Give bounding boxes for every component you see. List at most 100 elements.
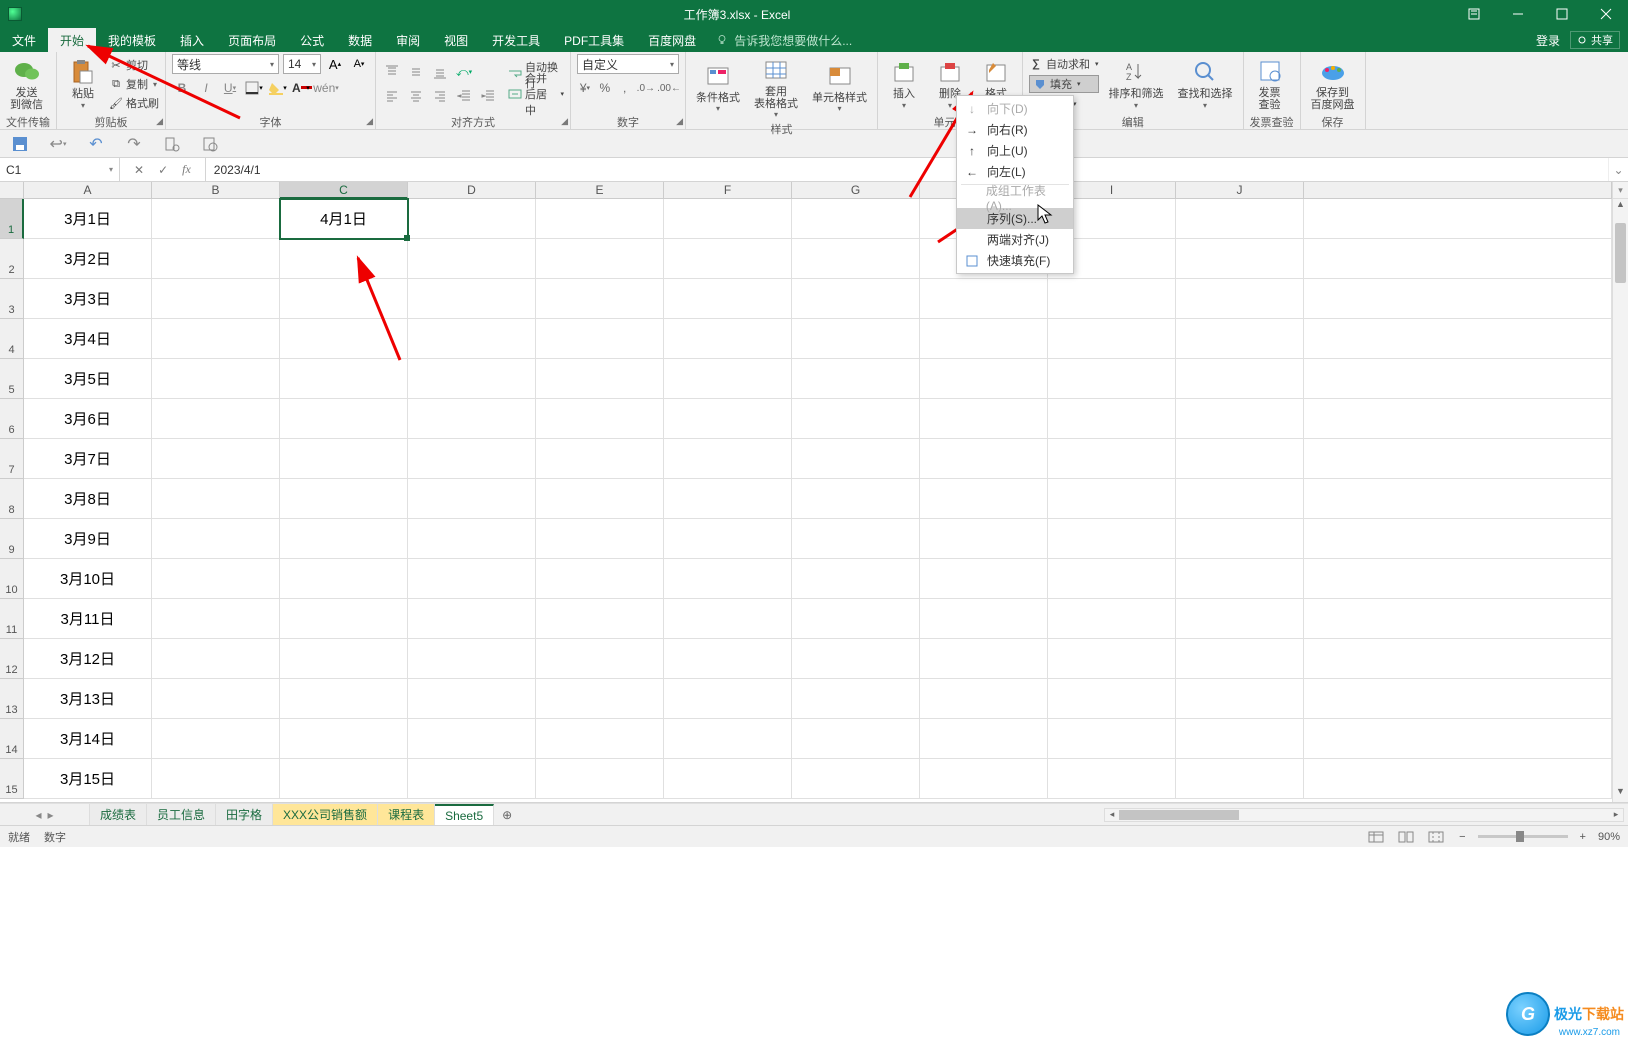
cell-I13[interactable] <box>1048 679 1176 719</box>
tab-data[interactable]: 数据 <box>336 28 384 52</box>
page-break-view-button[interactable] <box>1425 829 1447 845</box>
cell-B5[interactable] <box>152 359 280 399</box>
number-format-combo[interactable]: 自定义▾ <box>577 54 679 74</box>
invoice-check-button[interactable]: 发票查验 <box>1250 55 1290 113</box>
minimize-button[interactable] <box>1496 0 1540 28</box>
cell-B12[interactable] <box>152 639 280 679</box>
cell-D11[interactable] <box>408 599 536 639</box>
undo-dropdown[interactable]: ↩▾ <box>48 134 68 154</box>
cell-J7[interactable] <box>1176 439 1304 479</box>
hscroll-right-arrow[interactable]: ▸ <box>1609 809 1623 821</box>
cell-H11[interactable] <box>920 599 1048 639</box>
cell-E13[interactable] <box>536 679 664 719</box>
column-header-G[interactable]: G <box>792 182 920 199</box>
cell-G10[interactable] <box>792 559 920 599</box>
insert-function-button[interactable]: fx <box>182 162 191 177</box>
sheet-tab-3[interactable]: 田字格 <box>216 804 273 825</box>
table-format-button[interactable]: 套用表格格式▾ <box>750 54 802 121</box>
cell-H3[interactable] <box>920 279 1048 319</box>
cell-A11[interactable]: 3月11日 <box>24 599 152 639</box>
cell-A6[interactable]: 3月6日 <box>24 399 152 439</box>
cell-D9[interactable] <box>408 519 536 559</box>
save-button-qat[interactable] <box>10 134 30 154</box>
cell-D12[interactable] <box>408 639 536 679</box>
clipboard-dialog-icon[interactable]: ◢ <box>156 116 163 127</box>
cell-A10[interactable]: 3月10日 <box>24 559 152 599</box>
cell-I5[interactable] <box>1048 359 1176 399</box>
tab-formula[interactable]: 公式 <box>288 28 336 52</box>
cell-D1[interactable] <box>408 199 536 239</box>
align-center-button[interactable] <box>406 86 426 106</box>
fill-justify-item[interactable]: 两端对齐(J) <box>957 229 1073 250</box>
border-button[interactable]: ▾ <box>244 78 264 98</box>
cell-F5[interactable] <box>664 359 792 399</box>
cell-style-button[interactable]: 单元格样式▾ <box>808 60 871 115</box>
row-header-13[interactable]: 13 <box>0 679 24 719</box>
align-dialog-icon[interactable]: ◢ <box>561 116 568 127</box>
cell-E15[interactable] <box>536 759 664 799</box>
zoom-in-button[interactable]: + <box>1576 831 1590 843</box>
page-layout-view-button[interactable] <box>1395 829 1417 845</box>
insert-cells-button[interactable]: 插入▾ <box>884 56 924 111</box>
hscroll-left-arrow[interactable]: ◂ <box>1105 809 1119 821</box>
cell-J14[interactable] <box>1176 719 1304 759</box>
align-bottom-button[interactable] <box>430 62 450 82</box>
zoom-level[interactable]: 90% <box>1598 831 1620 843</box>
cell-I3[interactable] <box>1048 279 1176 319</box>
row-header-3[interactable]: 3 <box>0 279 24 319</box>
cell-B6[interactable] <box>152 399 280 439</box>
cell-H13[interactable] <box>920 679 1048 719</box>
cell-E7[interactable] <box>536 439 664 479</box>
login-link[interactable]: 登录 <box>1536 32 1560 49</box>
cell-C13[interactable] <box>280 679 408 719</box>
tab-dev[interactable]: 开发工具 <box>480 28 552 52</box>
cell-G9[interactable] <box>792 519 920 559</box>
cell-G11[interactable] <box>792 599 920 639</box>
decrease-decimal-button[interactable]: .00← <box>659 78 679 98</box>
cell-I14[interactable] <box>1048 719 1176 759</box>
align-middle-button[interactable] <box>406 62 426 82</box>
horizontal-scrollbar[interactable]: ◂ ▸ <box>1104 808 1624 822</box>
cell-E6[interactable] <box>536 399 664 439</box>
cell-E3[interactable] <box>536 279 664 319</box>
column-header-D[interactable]: D <box>408 182 536 199</box>
cell-G2[interactable] <box>792 239 920 279</box>
row-header-14[interactable]: 14 <box>0 719 24 759</box>
currency-button[interactable]: ¥▾ <box>577 78 593 98</box>
column-header-J[interactable]: J <box>1176 182 1304 199</box>
sheet-tab-5[interactable]: 课程表 <box>378 804 435 825</box>
cell-F15[interactable] <box>664 759 792 799</box>
merge-center-button[interactable]: 合并后居中▾ <box>508 85 564 103</box>
row-header-9[interactable]: 9 <box>0 519 24 559</box>
cell-E1[interactable] <box>536 199 664 239</box>
column-header-C[interactable]: C <box>280 182 408 199</box>
cell-C5[interactable] <box>280 359 408 399</box>
redo-button-qat[interactable]: ↷ <box>124 134 144 154</box>
cell-A3[interactable]: 3月3日 <box>24 279 152 319</box>
zoom-out-button[interactable]: − <box>1455 831 1469 843</box>
sheet-tab-2[interactable]: 员工信息 <box>147 804 216 825</box>
cell-A15[interactable]: 3月15日 <box>24 759 152 799</box>
cell-C2[interactable] <box>280 239 408 279</box>
tab-review[interactable]: 审阅 <box>384 28 432 52</box>
cell-D5[interactable] <box>408 359 536 399</box>
font-name-combo[interactable]: 等线▾ <box>172 54 279 74</box>
orientation-button[interactable]: ⤺▾ <box>454 62 474 82</box>
scroll-thumb[interactable] <box>1615 223 1626 283</box>
cell-F13[interactable] <box>664 679 792 719</box>
scroll-up-arrow[interactable]: ▲ <box>1613 199 1628 215</box>
cell-E14[interactable] <box>536 719 664 759</box>
cell-F9[interactable] <box>664 519 792 559</box>
tab-view[interactable]: 视图 <box>432 28 480 52</box>
cell-E12[interactable] <box>536 639 664 679</box>
cell-D8[interactable] <box>408 479 536 519</box>
sheet-tab-4[interactable]: XXX公司销售额 <box>273 804 378 825</box>
font-dialog-icon[interactable]: ◢ <box>366 116 373 127</box>
column-header-F[interactable]: F <box>664 182 792 199</box>
column-scroll-caret[interactable]: ▾ <box>1612 182 1628 199</box>
cell-H14[interactable] <box>920 719 1048 759</box>
cell-G4[interactable] <box>792 319 920 359</box>
cell-A1[interactable]: 3月1日 <box>24 199 152 239</box>
cell-A12[interactable]: 3月12日 <box>24 639 152 679</box>
share-button[interactable]: 共享 <box>1570 31 1620 49</box>
